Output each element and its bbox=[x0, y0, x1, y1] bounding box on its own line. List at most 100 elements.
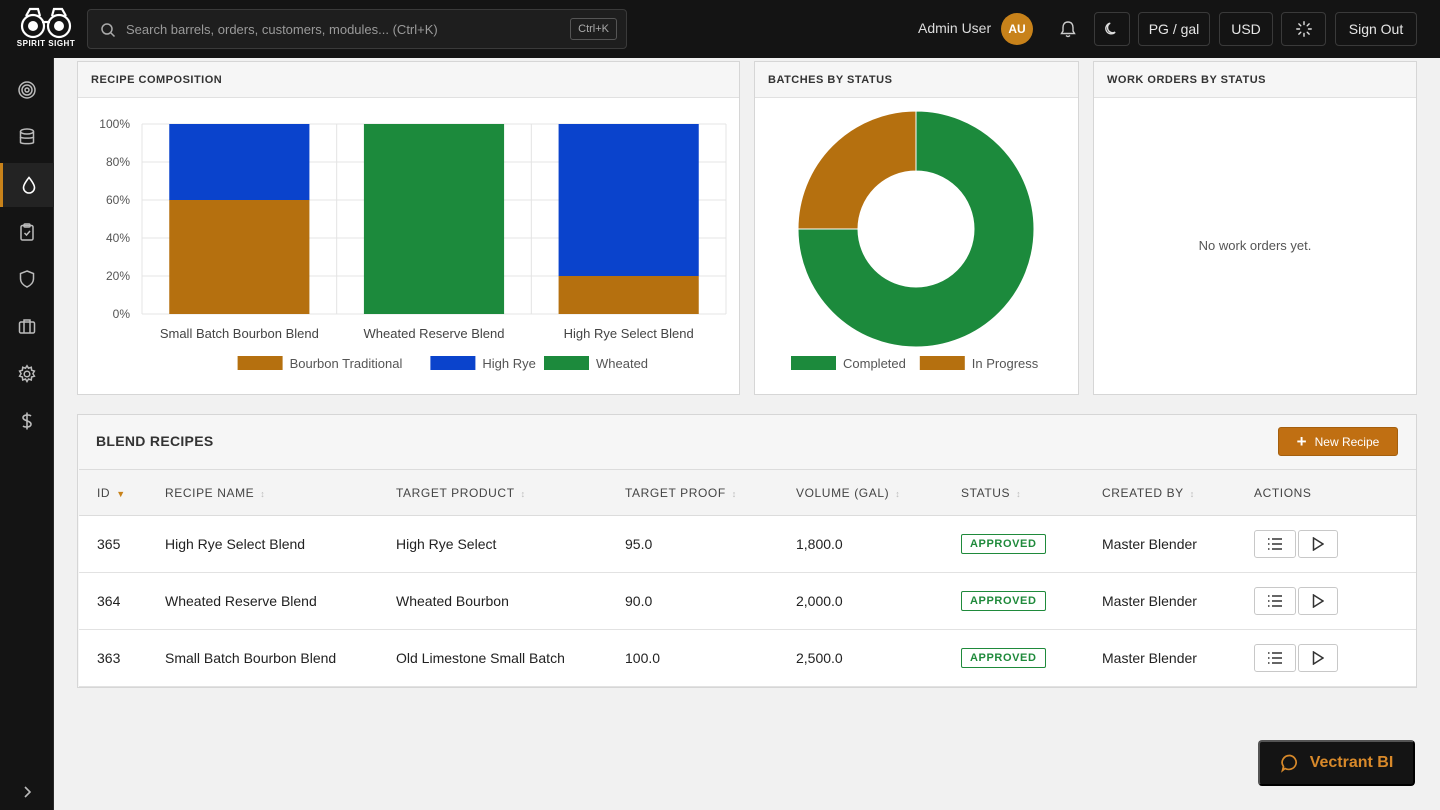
sort-icon: ↕ bbox=[1189, 488, 1195, 499]
start-batch-button[interactable] bbox=[1298, 644, 1338, 672]
target-icon bbox=[18, 81, 36, 99]
target-product: Old Limestone Small Batch bbox=[396, 650, 565, 666]
sidebar-item-overview[interactable] bbox=[0, 68, 54, 112]
target-product: Wheated Bourbon bbox=[396, 593, 509, 609]
column-status[interactable]: STATUS ↕ bbox=[943, 469, 1084, 516]
volume: 1,800.0 bbox=[796, 536, 843, 552]
chevron-right-icon[interactable] bbox=[17, 782, 37, 802]
legend-label: High Rye bbox=[482, 356, 535, 371]
sidebar-item-inventory[interactable] bbox=[0, 115, 54, 159]
created-by: Master Blender bbox=[1102, 593, 1197, 609]
play-icon bbox=[1312, 594, 1324, 608]
view-details-button[interactable] bbox=[1254, 587, 1296, 615]
loading-spinner-icon bbox=[1295, 21, 1312, 37]
search-icon bbox=[101, 23, 116, 38]
legend-swatch bbox=[237, 356, 283, 370]
batches-by-status-panel: BATCHES BY STATUS Completed In Progress bbox=[754, 61, 1079, 395]
new-recipe-label: New Recipe bbox=[1314, 434, 1380, 449]
x-tick-label: Small Batch Bourbon Blend bbox=[160, 326, 319, 341]
work-orders-title: WORK ORDERS BY STATUS bbox=[1094, 62, 1416, 98]
sort-desc-icon: ▼ bbox=[116, 488, 126, 499]
batches-donut-chart: Completed In Progress bbox=[791, 110, 1039, 371]
search-input[interactable] bbox=[126, 18, 546, 40]
y-tick-label: 100% bbox=[99, 117, 130, 131]
y-tick-label: 60% bbox=[106, 193, 130, 207]
recipes-table: ID ▼ RECIPE NAME ↕ TARGET PRODUCT ↕ TARGET … bbox=[79, 469, 1416, 687]
sidebar-item-settings[interactable] bbox=[0, 352, 54, 396]
column-id[interactable]: ID ▼ bbox=[79, 469, 147, 516]
sidebar-item-orders[interactable] bbox=[0, 210, 54, 254]
start-batch-button[interactable] bbox=[1298, 530, 1338, 558]
legend-swatch bbox=[430, 356, 476, 370]
legend-swatch bbox=[791, 356, 836, 370]
units-button[interactable]: PG / gal bbox=[1138, 12, 1210, 46]
refresh-button[interactable] bbox=[1281, 12, 1326, 46]
legend-label: In Progress bbox=[972, 356, 1039, 371]
table-header-row: ID ▼ RECIPE NAME ↕ TARGET PRODUCT ↕ TARGET … bbox=[79, 469, 1416, 516]
sort-icon: ↕ bbox=[895, 488, 901, 499]
table-row[interactable]: 364 Wheated Reserve Blend Wheated Bourbo… bbox=[79, 573, 1416, 630]
sign-out-button[interactable]: Sign Out bbox=[1335, 12, 1417, 46]
blend-recipes-section: BLEND RECIPES + New Recipe ID ▼ RECIPE NA… bbox=[77, 414, 1417, 688]
recipe-composition-panel: RECIPE COMPOSITION 0% 20% 40% 60% 80% 100% Sma… bbox=[77, 61, 740, 395]
y-tick-label: 80% bbox=[106, 155, 130, 169]
table-row[interactable]: 365 High Rye Select Blend High Rye Selec… bbox=[79, 516, 1416, 573]
column-created-by[interactable]: CREATED BY ↕ bbox=[1084, 469, 1236, 516]
status-badge: APPROVED bbox=[961, 648, 1046, 668]
recipe-name: Small Batch Bourbon Blend bbox=[165, 650, 337, 666]
shield-icon bbox=[19, 270, 35, 288]
sidebar-item-compliance[interactable] bbox=[0, 257, 54, 301]
column-target-product[interactable]: TARGET PRODUCT ↕ bbox=[378, 469, 607, 516]
moon-icon bbox=[1105, 22, 1116, 35]
column-volume[interactable]: VOLUME (GAL) ↕ bbox=[778, 469, 943, 516]
view-details-button[interactable] bbox=[1254, 644, 1296, 672]
y-tick-label: 20% bbox=[106, 269, 130, 283]
play-icon bbox=[1312, 537, 1324, 551]
start-batch-button[interactable] bbox=[1298, 587, 1338, 615]
legend-label: Bourbon Traditional bbox=[290, 356, 403, 371]
list-icon bbox=[1268, 538, 1282, 550]
sort-icon: ↕ bbox=[1016, 488, 1022, 499]
target-proof: 90.0 bbox=[625, 593, 653, 609]
bell-icon[interactable] bbox=[1058, 19, 1078, 39]
plus-icon: + bbox=[1296, 432, 1307, 451]
new-recipe-button[interactable]: + New Recipe bbox=[1278, 427, 1398, 456]
vectrant-bi-button[interactable]: Vectrant BI bbox=[1258, 740, 1415, 786]
donut-slice bbox=[797, 110, 917, 230]
list-icon bbox=[1268, 595, 1282, 607]
recipe-name: Wheated Reserve Blend bbox=[165, 593, 317, 609]
clipboard-icon bbox=[20, 223, 34, 241]
theme-toggle-button[interactable] bbox=[1094, 12, 1130, 46]
table-row[interactable]: 363 Small Batch Bourbon Blend Old Limest… bbox=[79, 630, 1416, 687]
recipe-name: High Rye Select Blend bbox=[165, 536, 306, 552]
target-proof: 95.0 bbox=[625, 536, 653, 552]
y-tick-label: 40% bbox=[106, 231, 130, 245]
column-actions: ACTIONS bbox=[1236, 469, 1416, 516]
sidebar-item-business[interactable] bbox=[0, 304, 54, 348]
avatar[interactable]: AU bbox=[1001, 13, 1033, 45]
sort-icon: ↕ bbox=[731, 488, 737, 499]
sidebar-item-blending[interactable] bbox=[0, 163, 54, 207]
top-bar: SPIRIT SIGHT Ctrl+K Admin User AU PG / g… bbox=[0, 0, 1440, 58]
bar-segment bbox=[363, 124, 505, 314]
bar-segment bbox=[169, 200, 310, 314]
vectrant-bi-label: Vectrant BI bbox=[1309, 754, 1394, 771]
sidebar-item-finance[interactable] bbox=[0, 399, 54, 443]
work-orders-empty-message: No work orders yet. bbox=[1198, 238, 1312, 253]
view-details-button[interactable] bbox=[1254, 530, 1296, 558]
bar-segment bbox=[558, 124, 699, 276]
chat-bubble-icon bbox=[1280, 754, 1297, 773]
global-search[interactable]: Ctrl+K bbox=[87, 9, 627, 49]
volume: 2,500.0 bbox=[796, 650, 843, 666]
bar-segment bbox=[169, 124, 310, 200]
column-target-proof[interactable]: TARGET PROOF ↕ bbox=[607, 469, 778, 516]
currency-button[interactable]: USD bbox=[1219, 12, 1273, 46]
column-recipe-name[interactable]: RECIPE NAME ↕ bbox=[147, 469, 378, 516]
user-name: Admin User bbox=[918, 20, 992, 36]
legend-swatch bbox=[544, 356, 589, 370]
work-orders-panel: WORK ORDERS BY STATUS No work orders yet… bbox=[1093, 61, 1417, 395]
status-badge: APPROVED bbox=[961, 534, 1046, 554]
sort-icon: ↕ bbox=[520, 488, 526, 499]
batches-title: BATCHES BY STATUS bbox=[755, 62, 1078, 98]
dollar-icon bbox=[22, 412, 32, 430]
